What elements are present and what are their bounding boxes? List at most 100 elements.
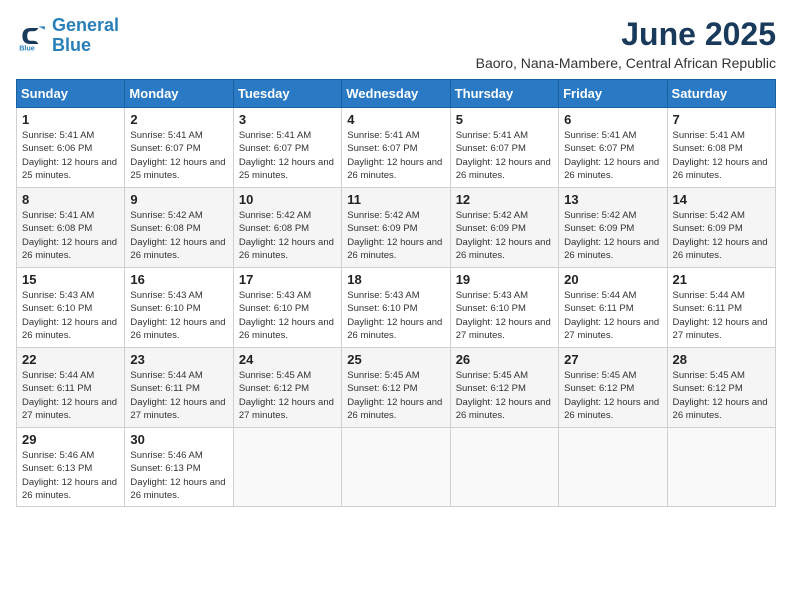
- calendar-cell: 17 Sunrise: 5:43 AMSunset: 6:10 PMDaylig…: [233, 268, 341, 348]
- logo-icon: Blue: [16, 20, 48, 52]
- month-title: June 2025: [476, 16, 776, 53]
- calendar-cell: 11 Sunrise: 5:42 AMSunset: 6:09 PMDaylig…: [342, 188, 450, 268]
- calendar-cell: 16 Sunrise: 5:43 AMSunset: 6:10 PMDaylig…: [125, 268, 233, 348]
- day-detail: Sunrise: 5:45 AMSunset: 6:12 PMDaylight:…: [239, 370, 334, 421]
- calendar-cell: 5 Sunrise: 5:41 AMSunset: 6:07 PMDayligh…: [450, 108, 558, 188]
- day-number: 30: [130, 432, 227, 447]
- calendar-cell: 2 Sunrise: 5:41 AMSunset: 6:07 PMDayligh…: [125, 108, 233, 188]
- calendar-cell: 12 Sunrise: 5:42 AMSunset: 6:09 PMDaylig…: [450, 188, 558, 268]
- day-detail: Sunrise: 5:42 AMSunset: 6:09 PMDaylight:…: [673, 210, 768, 261]
- day-number: 23: [130, 352, 227, 367]
- header-wednesday: Wednesday: [342, 80, 450, 108]
- header-monday: Monday: [125, 80, 233, 108]
- calendar-cell: 1 Sunrise: 5:41 AMSunset: 6:06 PMDayligh…: [17, 108, 125, 188]
- day-detail: Sunrise: 5:42 AMSunset: 6:08 PMDaylight:…: [239, 210, 334, 261]
- calendar-cell: 25 Sunrise: 5:45 AMSunset: 6:12 PMDaylig…: [342, 348, 450, 428]
- calendar-cell: 20 Sunrise: 5:44 AMSunset: 6:11 PMDaylig…: [559, 268, 667, 348]
- calendar-header-row: SundayMondayTuesdayWednesdayThursdayFrid…: [17, 80, 776, 108]
- location-title: Baoro, Nana-Mambere, Central African Rep…: [476, 55, 776, 71]
- day-number: 28: [673, 352, 770, 367]
- page-header: Blue General Blue June 2025 Baoro, Nana-…: [16, 16, 776, 71]
- calendar-cell: [667, 428, 775, 507]
- title-area: June 2025 Baoro, Nana-Mambere, Central A…: [476, 16, 776, 71]
- day-detail: Sunrise: 5:45 AMSunset: 6:12 PMDaylight:…: [456, 370, 551, 421]
- day-detail: Sunrise: 5:44 AMSunset: 6:11 PMDaylight:…: [564, 290, 659, 341]
- day-number: 1: [22, 112, 119, 127]
- header-saturday: Saturday: [667, 80, 775, 108]
- calendar-week-row: 1 Sunrise: 5:41 AMSunset: 6:06 PMDayligh…: [17, 108, 776, 188]
- calendar-cell: 7 Sunrise: 5:41 AMSunset: 6:08 PMDayligh…: [667, 108, 775, 188]
- day-number: 14: [673, 192, 770, 207]
- calendar-week-row: 29 Sunrise: 5:46 AMSunset: 6:13 PMDaylig…: [17, 428, 776, 507]
- day-detail: Sunrise: 5:43 AMSunset: 6:10 PMDaylight:…: [130, 290, 225, 341]
- day-number: 7: [673, 112, 770, 127]
- day-detail: Sunrise: 5:42 AMSunset: 6:09 PMDaylight:…: [564, 210, 659, 261]
- calendar-table: SundayMondayTuesdayWednesdayThursdayFrid…: [16, 79, 776, 507]
- day-number: 20: [564, 272, 661, 287]
- day-number: 11: [347, 192, 444, 207]
- calendar-cell: 22 Sunrise: 5:44 AMSunset: 6:11 PMDaylig…: [17, 348, 125, 428]
- day-detail: Sunrise: 5:46 AMSunset: 6:13 PMDaylight:…: [22, 450, 117, 501]
- day-number: 13: [564, 192, 661, 207]
- day-detail: Sunrise: 5:44 AMSunset: 6:11 PMDaylight:…: [130, 370, 225, 421]
- day-detail: Sunrise: 5:44 AMSunset: 6:11 PMDaylight:…: [673, 290, 768, 341]
- calendar-cell: 21 Sunrise: 5:44 AMSunset: 6:11 PMDaylig…: [667, 268, 775, 348]
- day-detail: Sunrise: 5:43 AMSunset: 6:10 PMDaylight:…: [239, 290, 334, 341]
- calendar-cell: 14 Sunrise: 5:42 AMSunset: 6:09 PMDaylig…: [667, 188, 775, 268]
- day-detail: Sunrise: 5:41 AMSunset: 6:08 PMDaylight:…: [22, 210, 117, 261]
- calendar-cell: 18 Sunrise: 5:43 AMSunset: 6:10 PMDaylig…: [342, 268, 450, 348]
- calendar-cell: [342, 428, 450, 507]
- day-number: 10: [239, 192, 336, 207]
- day-detail: Sunrise: 5:41 AMSunset: 6:07 PMDaylight:…: [130, 130, 225, 181]
- day-number: 17: [239, 272, 336, 287]
- calendar-cell: [559, 428, 667, 507]
- day-number: 21: [673, 272, 770, 287]
- header-sunday: Sunday: [17, 80, 125, 108]
- calendar-week-row: 8 Sunrise: 5:41 AMSunset: 6:08 PMDayligh…: [17, 188, 776, 268]
- calendar-cell: 28 Sunrise: 5:45 AMSunset: 6:12 PMDaylig…: [667, 348, 775, 428]
- day-number: 8: [22, 192, 119, 207]
- day-number: 4: [347, 112, 444, 127]
- day-detail: Sunrise: 5:42 AMSunset: 6:08 PMDaylight:…: [130, 210, 225, 261]
- logo-general: General Blue: [52, 16, 119, 56]
- day-detail: Sunrise: 5:42 AMSunset: 6:09 PMDaylight:…: [456, 210, 551, 261]
- calendar-cell: 30 Sunrise: 5:46 AMSunset: 6:13 PMDaylig…: [125, 428, 233, 507]
- header-tuesday: Tuesday: [233, 80, 341, 108]
- day-number: 3: [239, 112, 336, 127]
- day-number: 12: [456, 192, 553, 207]
- day-detail: Sunrise: 5:43 AMSunset: 6:10 PMDaylight:…: [22, 290, 117, 341]
- day-detail: Sunrise: 5:44 AMSunset: 6:11 PMDaylight:…: [22, 370, 117, 421]
- calendar-cell: 10 Sunrise: 5:42 AMSunset: 6:08 PMDaylig…: [233, 188, 341, 268]
- calendar-cell: 27 Sunrise: 5:45 AMSunset: 6:12 PMDaylig…: [559, 348, 667, 428]
- day-detail: Sunrise: 5:46 AMSunset: 6:13 PMDaylight:…: [130, 450, 225, 501]
- calendar-cell: 19 Sunrise: 5:43 AMSunset: 6:10 PMDaylig…: [450, 268, 558, 348]
- day-number: 22: [22, 352, 119, 367]
- svg-text:Blue: Blue: [19, 43, 35, 52]
- day-number: 2: [130, 112, 227, 127]
- day-detail: Sunrise: 5:43 AMSunset: 6:10 PMDaylight:…: [456, 290, 551, 341]
- calendar-cell: 6 Sunrise: 5:41 AMSunset: 6:07 PMDayligh…: [559, 108, 667, 188]
- day-detail: Sunrise: 5:45 AMSunset: 6:12 PMDaylight:…: [673, 370, 768, 421]
- calendar-cell: 9 Sunrise: 5:42 AMSunset: 6:08 PMDayligh…: [125, 188, 233, 268]
- day-detail: Sunrise: 5:41 AMSunset: 6:07 PMDaylight:…: [239, 130, 334, 181]
- day-detail: Sunrise: 5:43 AMSunset: 6:10 PMDaylight:…: [347, 290, 442, 341]
- calendar-cell: 23 Sunrise: 5:44 AMSunset: 6:11 PMDaylig…: [125, 348, 233, 428]
- day-detail: Sunrise: 5:42 AMSunset: 6:09 PMDaylight:…: [347, 210, 442, 261]
- day-number: 18: [347, 272, 444, 287]
- logo: Blue General Blue: [16, 16, 119, 56]
- calendar-cell: 15 Sunrise: 5:43 AMSunset: 6:10 PMDaylig…: [17, 268, 125, 348]
- calendar-cell: 24 Sunrise: 5:45 AMSunset: 6:12 PMDaylig…: [233, 348, 341, 428]
- day-number: 24: [239, 352, 336, 367]
- calendar-cell: 13 Sunrise: 5:42 AMSunset: 6:09 PMDaylig…: [559, 188, 667, 268]
- day-number: 6: [564, 112, 661, 127]
- calendar-cell: 3 Sunrise: 5:41 AMSunset: 6:07 PMDayligh…: [233, 108, 341, 188]
- day-number: 25: [347, 352, 444, 367]
- day-number: 9: [130, 192, 227, 207]
- calendar-cell: 29 Sunrise: 5:46 AMSunset: 6:13 PMDaylig…: [17, 428, 125, 507]
- calendar-week-row: 22 Sunrise: 5:44 AMSunset: 6:11 PMDaylig…: [17, 348, 776, 428]
- day-number: 19: [456, 272, 553, 287]
- calendar-cell: [233, 428, 341, 507]
- header-friday: Friday: [559, 80, 667, 108]
- day-detail: Sunrise: 5:45 AMSunset: 6:12 PMDaylight:…: [564, 370, 659, 421]
- calendar-cell: 8 Sunrise: 5:41 AMSunset: 6:08 PMDayligh…: [17, 188, 125, 268]
